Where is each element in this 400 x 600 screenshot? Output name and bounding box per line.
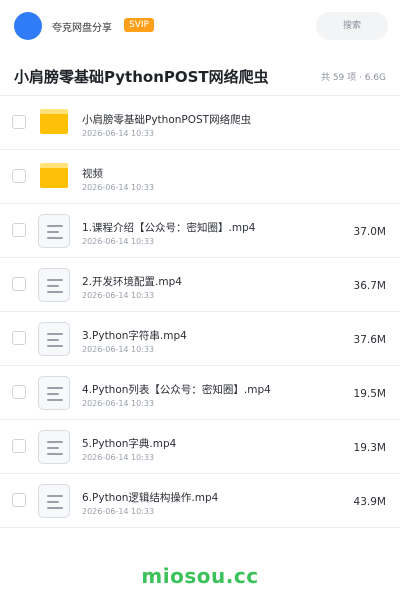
page-title: 小肩膀零基础PythonPOST网络爬虫 [14, 68, 269, 86]
list-item[interactable]: 1.课程介绍【公众号：密知圈】.mp4 2026-06-14 10:33 37.… [0, 204, 400, 258]
list-item[interactable]: 3.Python字符串.mp4 2026-06-14 10:33 37.6M [0, 312, 400, 366]
document-icon [38, 268, 70, 302]
document-icon [38, 376, 70, 410]
avatar[interactable] [14, 12, 42, 40]
select-checkbox[interactable] [12, 439, 26, 453]
select-checkbox[interactable] [12, 331, 26, 345]
share-title-bar: 小肩膀零基础PythonPOST网络爬虫 共 59 项 · 6.6G [0, 52, 400, 96]
app-header: 夸克网盘分享 SVIP 搜索 [0, 0, 400, 52]
folder-icon [40, 163, 68, 188]
item-date: 2026-06-14 10:33 [82, 507, 155, 516]
folder-icon [40, 109, 68, 134]
item-name: 5.Python字典.mp4 [82, 438, 177, 450]
select-checkbox[interactable] [12, 115, 26, 129]
item-date: 2026-06-14 10:33 [82, 237, 155, 246]
item-date: 2026-06-14 10:33 [82, 345, 155, 354]
item-name: 2.开发环境配置.mp4 [82, 276, 182, 288]
brand-name: 夸克网盘分享 [52, 23, 112, 34]
item-date: 2026-06-14 10:33 [82, 399, 155, 408]
item-name: 视频 [82, 168, 103, 180]
item-size: 43.9M [353, 496, 386, 508]
document-icon [38, 214, 70, 248]
footer: miosou.cc [0, 548, 400, 600]
item-name: 4.Python列表【公众号：密知圈】.mp4 [82, 384, 271, 396]
share-meta: 共 59 项 · 6.6G [320, 73, 386, 83]
select-checkbox[interactable] [12, 385, 26, 399]
search-button[interactable]: 搜索 [316, 12, 388, 40]
list-item[interactable]: 5.Python字典.mp4 2026-06-14 10:33 19.3M [0, 420, 400, 474]
item-size: 19.3M [353, 442, 386, 454]
item-size: 37.0M [353, 226, 386, 238]
list-item[interactable]: 视频 2026-06-14 10:33 [0, 150, 400, 204]
list-item[interactable]: 4.Python列表【公众号：密知圈】.mp4 2026-06-14 10:33… [0, 366, 400, 420]
document-icon [38, 430, 70, 464]
item-size: 36.7M [353, 280, 386, 292]
item-name: 3.Python字符串.mp4 [82, 330, 187, 342]
list-item[interactable]: 2.开发环境配置.mp4 2026-06-14 10:33 36.7M [0, 258, 400, 312]
item-name: 1.课程介绍【公众号：密知圈】.mp4 [82, 222, 256, 234]
item-name: 小肩膀零基础PythonPOST网络爬虫 [82, 114, 252, 126]
select-checkbox[interactable] [12, 493, 26, 507]
item-date: 2026-06-14 10:33 [82, 183, 155, 192]
item-date: 2026-06-14 10:33 [82, 291, 155, 300]
item-date: 2026-06-14 10:33 [82, 453, 155, 462]
item-name: 6.Python逻辑结构操作.mp4 [82, 492, 219, 504]
select-checkbox[interactable] [12, 277, 26, 291]
list-item[interactable]: 6.Python逻辑结构操作.mp4 2026-06-14 10:33 43.9… [0, 474, 400, 528]
file-list: 小肩膀零基础PythonPOST网络爬虫 2026-06-14 10:33 视频… [0, 96, 400, 528]
document-icon [38, 484, 70, 518]
document-icon [38, 322, 70, 356]
item-date: 2026-06-14 10:33 [82, 129, 155, 138]
select-checkbox[interactable] [12, 169, 26, 183]
svip-badge: SVIP [124, 18, 154, 32]
select-checkbox[interactable] [12, 223, 26, 237]
watermark-text: miosou.cc [141, 564, 259, 588]
list-item[interactable]: 小肩膀零基础PythonPOST网络爬虫 2026-06-14 10:33 [0, 96, 400, 150]
item-size: 37.6M [353, 334, 386, 346]
item-size: 19.5M [353, 388, 386, 400]
